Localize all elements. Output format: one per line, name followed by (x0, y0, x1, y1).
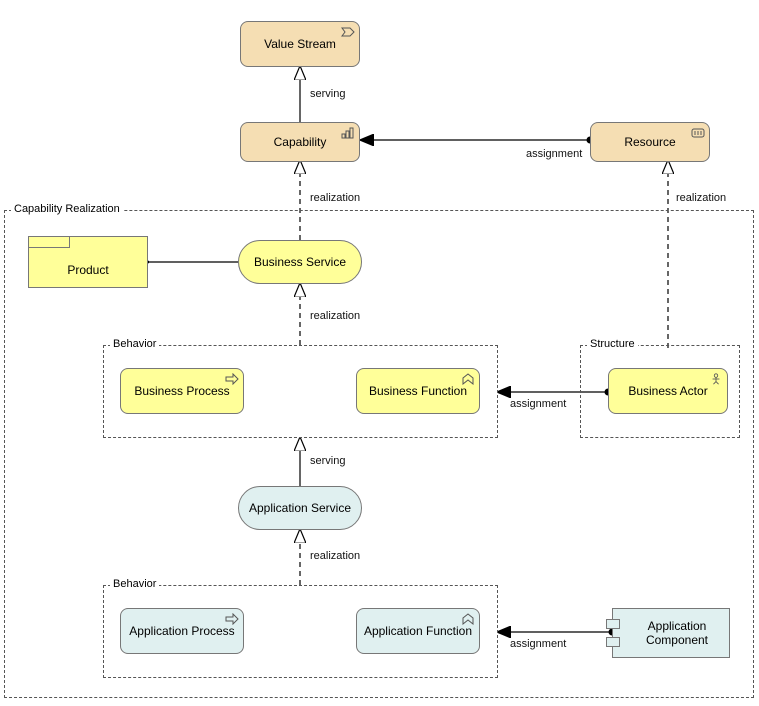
business-actor-label: Business Actor (628, 384, 707, 398)
structure-group-label: Structure (587, 338, 638, 350)
application-service-label: Application Service (249, 501, 351, 515)
resource-node[interactable]: Resource (590, 122, 710, 162)
business-service-label: Business Service (254, 255, 346, 269)
component-notch-icon (606, 637, 620, 647)
edge-serving-label: serving (310, 88, 345, 100)
value-stream-node[interactable]: Value Stream (240, 21, 360, 67)
business-process-node[interactable]: Business Process (120, 368, 244, 414)
process-arrow-icon (225, 613, 239, 625)
behavior-group-1-label: Behavior (110, 338, 159, 350)
actor-person-icon (709, 373, 723, 385)
capability-label: Capability (274, 135, 327, 149)
product-tab-icon (28, 236, 70, 248)
business-process-label: Business Process (134, 384, 229, 398)
edge-assignment-label: assignment (526, 148, 582, 160)
application-component-label: Application Component (629, 619, 725, 647)
edge-realization-label: realization (676, 192, 726, 204)
component-notch-icon (606, 619, 620, 629)
value-stream-icon (341, 26, 355, 38)
process-arrow-icon (225, 373, 239, 385)
edge-realization-label: realization (310, 192, 360, 204)
capability-icon (341, 127, 355, 139)
business-actor-node[interactable]: Business Actor (608, 368, 728, 414)
edge-assignment-label: assignment (510, 398, 566, 410)
edge-serving-label: serving (310, 455, 345, 467)
product-node[interactable]: Product (28, 236, 148, 288)
edge-realization-label: realization (310, 550, 360, 562)
application-component-node[interactable]: Application Component (612, 608, 730, 658)
value-stream-label: Value Stream (264, 37, 336, 51)
function-chevron-icon (461, 613, 475, 625)
edge-realization-label: realization (310, 310, 360, 322)
function-chevron-icon (461, 373, 475, 385)
capability-node[interactable]: Capability (240, 122, 360, 162)
resource-label: Resource (624, 135, 675, 149)
product-label: Product (67, 263, 108, 277)
application-process-label: Application Process (129, 624, 234, 638)
application-function-node[interactable]: Application Function (356, 608, 480, 654)
capability-realization-group-label: Capability Realization (11, 203, 123, 215)
resource-icon (691, 127, 705, 139)
business-function-label: Business Function (369, 384, 467, 398)
behavior-group-2-label: Behavior (110, 578, 159, 590)
application-service-node[interactable]: Application Service (238, 486, 362, 530)
application-process-node[interactable]: Application Process (120, 608, 244, 654)
business-function-node[interactable]: Business Function (356, 368, 480, 414)
edge-assignment-label: assignment (510, 638, 566, 650)
business-service-node[interactable]: Business Service (238, 240, 362, 284)
application-function-label: Application Function (364, 624, 472, 638)
